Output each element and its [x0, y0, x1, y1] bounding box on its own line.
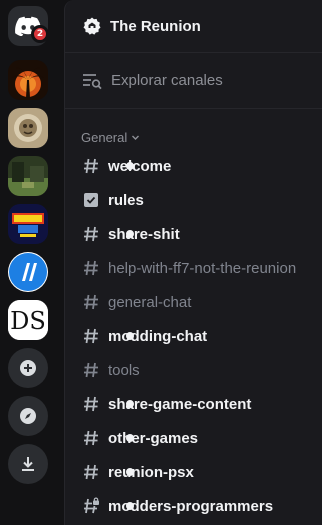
channel-name: modders-programmers	[108, 497, 274, 515]
channel-share-shit[interactable]: share-shit	[64, 218, 322, 250]
compass-icon	[20, 408, 36, 424]
palm-tree-icon	[8, 60, 48, 100]
channel-name: tools	[108, 361, 140, 379]
server-name: The Reunion	[110, 17, 201, 35]
rules-icon	[84, 193, 98, 207]
channel-tools[interactable]: tools	[64, 354, 322, 386]
ii-logo-icon	[9, 253, 47, 291]
channel-general-chat[interactable]: general-chat	[64, 286, 322, 318]
channel-name: share-game-content	[108, 395, 252, 413]
channel-rules[interactable]: rules	[64, 184, 322, 216]
server-palm-sunset[interactable]	[8, 60, 48, 100]
hash-icon	[84, 158, 98, 174]
channel-name: reunion-psx	[108, 463, 194, 481]
hash-icon	[84, 226, 98, 242]
category-label: General	[81, 130, 128, 145]
server-header[interactable]: The Reunion	[65, 0, 322, 53]
channel-name: share-shit	[108, 225, 180, 243]
hash-icon	[84, 362, 98, 378]
browse-channels-icon	[83, 73, 102, 89]
server-sepia-emblem[interactable]	[8, 108, 48, 148]
channel-other-games[interactable]: other-games	[64, 422, 322, 454]
category-header[interactable]: General	[81, 130, 140, 145]
server-green-field[interactable]	[8, 156, 48, 196]
landscape-icon	[8, 156, 48, 196]
server-verified-badge-icon	[83, 17, 101, 35]
channel-welcome[interactable]: welcome	[64, 150, 322, 182]
channel-name: welcome	[108, 157, 172, 175]
server-blue-ii[interactable]	[8, 252, 48, 292]
browse-channels-label: Explorar canales	[111, 72, 223, 89]
mention-badge: 2	[31, 25, 49, 43]
street-fighter-logo-icon	[8, 204, 48, 244]
hash-icon	[84, 430, 98, 446]
channel-name: other-games	[108, 429, 199, 447]
hash-icon	[84, 464, 98, 480]
channel-name: modding-chat	[108, 327, 208, 345]
channel-name: rules	[108, 191, 144, 209]
discover-button[interactable]	[8, 396, 48, 436]
server-ds[interactable]: DS	[8, 300, 48, 340]
server-rail: 2 DS	[0, 0, 56, 525]
hash-icon	[84, 260, 98, 276]
plus-icon	[20, 360, 36, 376]
add-server-button[interactable]	[8, 348, 48, 388]
locked-hash-icon	[84, 497, 99, 514]
hash-icon	[84, 396, 98, 412]
channel-name: general-chat	[108, 293, 192, 311]
channel-reunion-psx[interactable]: reunion-psx	[64, 456, 322, 488]
channel-modding-chat[interactable]: modding-chat	[64, 320, 322, 352]
channel-modders-programmers[interactable]: modders-programmers	[64, 490, 322, 522]
browse-channels-button[interactable]: Explorar canales	[65, 53, 322, 109]
emblem-icon	[8, 108, 48, 148]
channel-name: help-with-ff7-not-the-reunion	[108, 259, 297, 277]
hash-icon	[84, 328, 98, 344]
channel-help-with-ff7-not-the-reunion[interactable]: help-with-ff7-not-the-reunion	[64, 252, 322, 284]
hash-icon	[84, 294, 98, 310]
download-button[interactable]	[8, 444, 48, 484]
server-street-fighter[interactable]	[8, 204, 48, 244]
chevron-down-icon	[132, 135, 140, 140]
download-icon	[22, 457, 34, 471]
channel-share-game-content[interactable]: share-game-content	[64, 388, 322, 420]
svg-text:DS: DS	[10, 307, 46, 335]
ds-logo-icon: DS	[8, 300, 48, 340]
